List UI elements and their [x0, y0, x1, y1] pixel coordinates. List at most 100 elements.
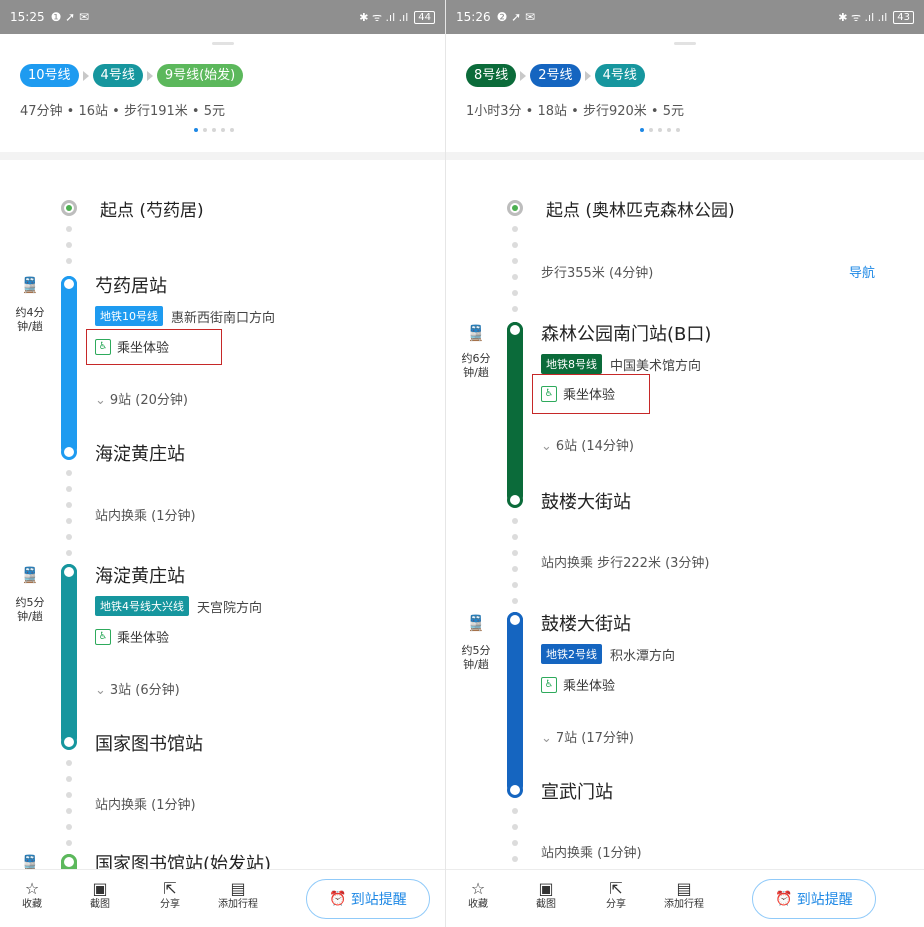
dot	[512, 840, 518, 846]
share-button[interactable]: ⇱ 分享	[606, 880, 626, 912]
stops-toggle[interactable]: ⌄ 7站 (17分钟)	[541, 727, 634, 746]
station-node	[507, 492, 523, 508]
screenshot-button[interactable]: ▣ 截图	[536, 880, 556, 912]
screenshot-button[interactable]: ▣ 截图	[90, 880, 110, 912]
share-icon: ⇱	[163, 879, 177, 898]
route-summary: 1小时3分 • 18站 • 步行920米 • 5元	[466, 104, 684, 119]
calendar-icon: ▤	[230, 879, 246, 898]
dot	[512, 856, 518, 862]
ride-experience-link[interactable]: ♿ 乘坐体验	[541, 384, 615, 403]
line-bar-10	[61, 276, 77, 456]
line-pills: 10号线 4号线 9号线(始发)	[20, 64, 244, 87]
dot	[66, 502, 72, 508]
line-bar-2	[507, 612, 523, 794]
page-indicator[interactable]	[194, 128, 234, 132]
route-header[interactable]: 10号线 4号线 9号线(始发) 47分钟 • 16站 • 步行191米 • 5…	[0, 34, 445, 152]
status-icons: ❶ ➚ ✉	[50, 10, 90, 24]
left-panel: 15:25 ❶ ➚ ✉ ✱ ᯤ .ıl .ıl 44 10号线 4号线 9号线(…	[0, 0, 446, 927]
station-node	[507, 782, 523, 798]
signal-icon: ✱ ᯤ .ıl .ıl	[359, 10, 409, 24]
dot	[512, 566, 518, 572]
transfer-info: 站内换乘 (1分钟)	[95, 798, 196, 813]
ride-experience-label: 乘坐体验	[117, 341, 170, 356]
board-station[interactable]: 鼓楼大街站	[541, 610, 631, 636]
dot	[66, 760, 72, 766]
chevron-down-icon: ⌄	[95, 683, 106, 698]
dot	[512, 306, 518, 312]
dot	[512, 226, 518, 232]
add-trip-button[interactable]: ▤ 添加行程	[664, 880, 704, 912]
ride-experience-link[interactable]: ♿ 乘坐体验	[95, 627, 169, 646]
chevron-down-icon: ⌄	[95, 393, 106, 408]
navigate-link[interactable]: 导航	[849, 262, 875, 281]
seat-icon: ♿	[95, 338, 111, 355]
line-info: 地铁8号线 中国美术馆方向	[541, 354, 701, 374]
ride-experience-label: 乘坐体验	[563, 388, 616, 403]
calendar-icon: ▤	[676, 879, 692, 898]
stops-label: 7站 (17分钟)	[555, 731, 634, 746]
alight-station[interactable]: 海淀黄庄站	[95, 440, 185, 466]
dot	[512, 274, 518, 280]
alight-station[interactable]: 宣武门站	[541, 778, 613, 804]
alight-station[interactable]: 国家图书馆站	[95, 730, 203, 756]
board-station[interactable]: 国家图书馆站(始发站)	[95, 850, 271, 869]
line-pill-2: 2号线	[530, 64, 581, 87]
seat-icon: ♿	[541, 676, 557, 693]
dot	[66, 792, 72, 798]
drag-handle[interactable]	[674, 42, 696, 45]
route-summary: 47分钟 • 16站 • 步行191米 • 5元	[20, 104, 225, 119]
add-trip-label: 添加行程	[664, 899, 704, 910]
arrow-icon	[146, 70, 153, 81]
arrival-reminder-button[interactable]: ⏰ 到站提醒	[752, 879, 876, 919]
arrival-reminder-button[interactable]: ⏰ 到站提醒	[306, 879, 430, 919]
metro-train-icon: 🚆	[466, 324, 486, 342]
bottom-toolbar: ☆ 收藏 ▣ 截图 ⇱ 分享 ▤ 添加行程 ⏰ 到站提醒	[0, 869, 445, 927]
route-header[interactable]: 8号线 2号线 4号线 1小时3分 • 18站 • 步行920米 • 5元	[446, 34, 924, 152]
add-trip-button[interactable]: ▤ 添加行程	[218, 880, 258, 912]
line-pill-4: 4号线	[92, 64, 143, 87]
board-station[interactable]: 森林公园南门站(B口)	[541, 320, 711, 346]
station-node	[61, 734, 77, 750]
share-icon: ⇱	[609, 879, 623, 898]
drag-handle[interactable]	[211, 42, 234, 45]
share-button[interactable]: ⇱ 分享	[160, 880, 180, 912]
ride-experience-link[interactable]: ♿ 乘坐体验	[541, 675, 615, 694]
dot	[512, 242, 518, 248]
dot	[66, 486, 72, 492]
alarm-clock-icon: ⏰	[775, 891, 793, 907]
metro-train-icon: 🚆	[20, 566, 40, 584]
stops-label: 3站 (6分钟)	[109, 683, 180, 698]
page-indicator[interactable]	[640, 128, 680, 132]
board-station[interactable]: 芍药居站	[95, 272, 167, 298]
line-tag: 地铁2号线	[541, 644, 602, 664]
stops-toggle[interactable]: ⌄ 3站 (6分钟)	[95, 679, 180, 698]
dot	[66, 534, 72, 540]
screenshot-label: 截图	[90, 899, 110, 910]
favorite-button[interactable]: ☆ 收藏	[468, 880, 488, 912]
transfer-info: 站内换乘 步行222米 (3分钟)	[541, 556, 710, 571]
stops-toggle[interactable]: ⌄ 9站 (20分钟)	[95, 389, 188, 408]
start-point-icon	[507, 200, 523, 216]
line-tag: 地铁8号线	[541, 354, 602, 374]
star-outline-icon: ☆	[24, 879, 40, 898]
dot	[66, 242, 72, 248]
board-station[interactable]: 海淀黄庄站	[95, 562, 185, 588]
alight-station[interactable]: 鼓楼大街站	[541, 488, 631, 514]
dot	[512, 518, 518, 524]
ride-experience-link[interactable]: ♿ 乘坐体验	[95, 337, 169, 356]
dot	[66, 550, 72, 556]
dot	[512, 290, 518, 296]
frequency: 约5分钟/趟	[15, 596, 45, 623]
line-bar-4	[61, 564, 77, 746]
metro-train-icon: 🚆	[20, 854, 40, 869]
share-label: 分享	[160, 899, 180, 910]
line-pill-10: 10号线	[20, 64, 79, 87]
arrow-icon	[82, 70, 89, 81]
start-label: 起点 (奥林匹克森林公园)	[546, 201, 735, 221]
station-node	[61, 444, 77, 460]
stops-toggle[interactable]: ⌄ 6站 (14分钟)	[541, 435, 634, 454]
line-tag: 地铁10号线	[95, 306, 163, 326]
favorite-button[interactable]: ☆ 收藏	[22, 880, 42, 912]
status-bar: 15:26 ❷ ➚ ✉ ✱ ᯤ .ıl .ıl 43	[446, 0, 924, 34]
direction: 积水潭方向	[610, 648, 676, 664]
